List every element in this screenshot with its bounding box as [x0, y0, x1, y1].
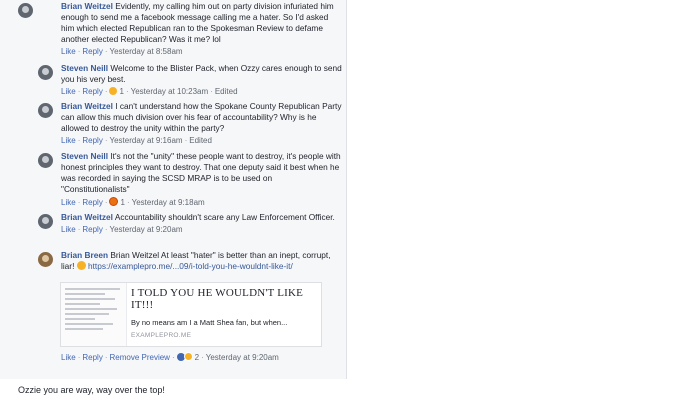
comment-text: Accountability shouldn't scare any Law E… — [114, 212, 335, 222]
comment: Brian Breen Brian Weitzel At least "hate… — [38, 250, 342, 272]
preview-description: By no means am I a Matt Shea fan, but wh… — [131, 318, 288, 327]
comment-author[interactable]: Brian Weitzel — [61, 1, 113, 11]
comment: Steven Neill It's not the "unity" these … — [38, 151, 342, 208]
remove-preview-link[interactable]: Remove Preview — [109, 353, 169, 362]
comment-timestamp[interactable]: Yesterday at 9:20am — [206, 353, 279, 362]
reply-link[interactable]: Reply — [82, 87, 102, 96]
comment-link[interactable]: https://examplepro.me/...09/i-told-you-h… — [88, 261, 293, 271]
preview-domain: EXAMPLEPRO.ME — [131, 332, 192, 339]
comment-author[interactable]: Brian Breen — [61, 250, 108, 260]
avatar[interactable] — [38, 65, 53, 80]
comment-actions: Like · Reply · Yesterday at 9:16am · Edited — [61, 136, 212, 145]
link-preview-card[interactable]: I TOLD YOU HE WOULDN'T LIKE IT!!! By no … — [60, 282, 322, 347]
avatar[interactable] — [38, 214, 53, 229]
like-link[interactable]: Like — [61, 198, 76, 207]
reply-link[interactable]: Reply — [82, 353, 102, 362]
edited-label[interactable]: Edited — [215, 87, 238, 96]
reply-link[interactable]: Reply — [82, 198, 102, 207]
like-link[interactable]: Like — [61, 353, 76, 362]
comment-timestamp[interactable]: Yesterday at 9:20am — [109, 225, 182, 234]
comments-panel: Brian Weitzel Evidently, my calling him … — [0, 0, 347, 379]
avatar[interactable] — [38, 252, 53, 267]
comment-author[interactable]: Brian Weitzel — [61, 212, 113, 222]
comment-author[interactable]: Steven Neill — [61, 63, 108, 73]
avatar[interactable] — [18, 3, 33, 18]
like-link[interactable]: Like — [61, 225, 76, 234]
comment: Steven Neill Welcome to the Blister Pack… — [38, 63, 342, 97]
comment-author[interactable]: Steven Neill — [61, 151, 108, 161]
comment-author[interactable]: Brian Weitzel — [61, 101, 113, 111]
comment-timestamp[interactable]: Yesterday at 9:18am — [132, 198, 205, 207]
like-link[interactable]: Like — [61, 87, 76, 96]
comment-actions: Like · Reply · Yesterday at 9:20am — [61, 225, 183, 234]
comment: Brian Weitzel I can't understand how the… — [38, 101, 342, 146]
edited-label[interactable]: Edited — [189, 136, 212, 145]
haha-reaction-icon[interactable] — [109, 87, 118, 95]
comment-timestamp[interactable]: Yesterday at 8:58am — [109, 47, 182, 56]
caption-text: Ozzie you are way, way over the top! — [18, 385, 165, 395]
preview-title[interactable]: I TOLD YOU HE WOULDN'T LIKE IT!!! — [131, 287, 315, 311]
smile-emoji-icon — [76, 261, 86, 270]
avatar[interactable] — [38, 153, 53, 168]
comment: Brian Weitzel Accountability shouldn't s… — [38, 212, 342, 235]
like-link[interactable]: Like — [61, 47, 76, 56]
comment-actions: Like · Reply · 1 · Yesterday at 10:23am · Edited — [61, 87, 238, 96]
comment-timestamp[interactable]: Yesterday at 9:16am — [109, 136, 182, 145]
comment-timestamp[interactable]: Yesterday at 10:23am — [131, 87, 209, 96]
wow-reaction-icon[interactable] — [183, 352, 193, 361]
comment: Brian Weitzel Evidently, my calling him … — [18, 1, 342, 57]
avatar[interactable] — [38, 103, 53, 118]
reply-link[interactable]: Reply — [82, 225, 102, 234]
preview-thumbnail[interactable] — [61, 283, 127, 346]
comment-actions: Like · Reply · 1 · Yesterday at 9:18am — [61, 197, 205, 207]
like-link[interactable]: Like — [61, 136, 76, 145]
comment-actions: Like · Reply · Remove Preview · 2 · Yesterday at… — [61, 352, 279, 362]
angry-reaction-icon[interactable] — [109, 197, 119, 206]
comment-actions: Like · Reply · Yesterday at 8:58am — [61, 47, 183, 56]
reply-link[interactable]: Reply — [82, 47, 102, 56]
reply-link[interactable]: Reply — [82, 136, 102, 145]
